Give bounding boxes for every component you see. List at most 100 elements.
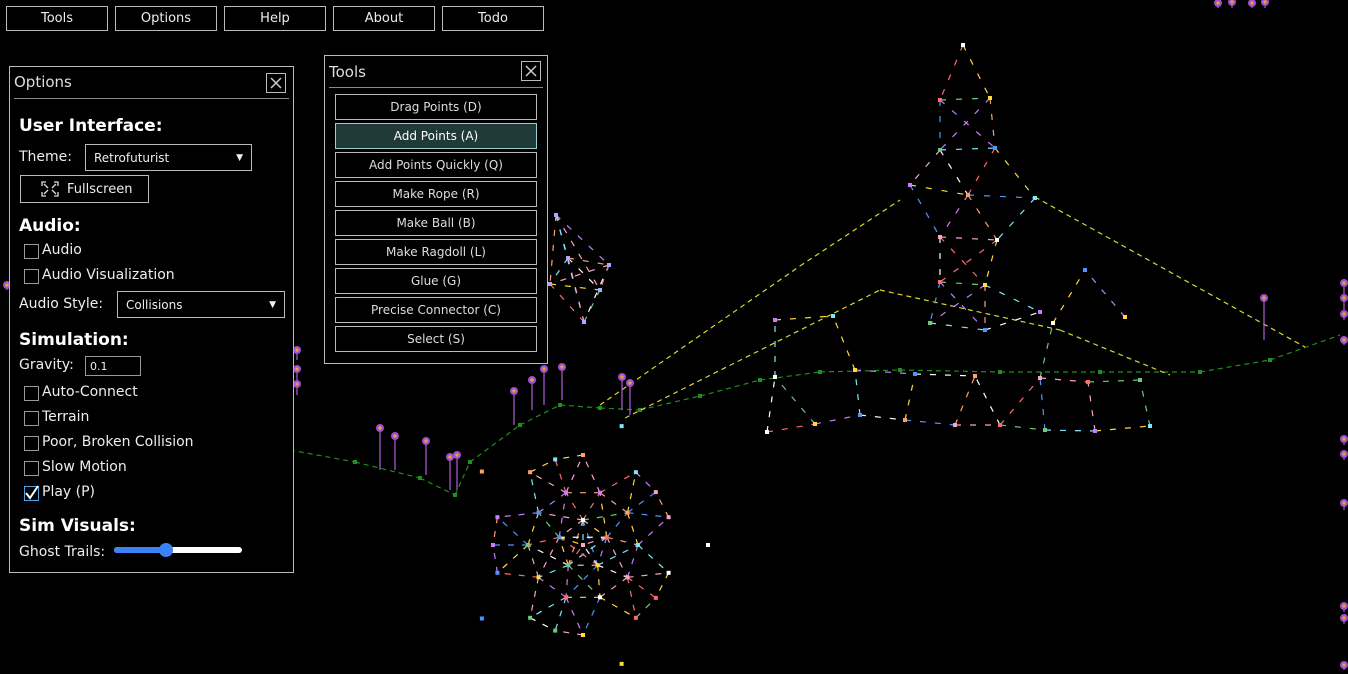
menu-todo-button[interactable]: Todo xyxy=(442,6,544,31)
ball-link xyxy=(627,512,669,518)
base-point xyxy=(853,368,857,372)
gravity-input[interactable]: 0.1 xyxy=(85,356,141,376)
ball-link xyxy=(565,454,584,493)
base-link xyxy=(766,423,816,433)
ball-link xyxy=(582,544,599,566)
tools-close-button[interactable] xyxy=(521,61,541,81)
tower-point xyxy=(908,183,912,187)
ball-link xyxy=(558,519,584,538)
ball-link xyxy=(606,536,639,546)
options-panel-title: Options xyxy=(14,73,72,91)
terrain-rope xyxy=(899,369,1001,373)
ball-point xyxy=(536,575,541,580)
ball-link xyxy=(497,572,539,578)
ball-link xyxy=(554,597,567,631)
blob-link xyxy=(555,214,569,259)
ball-point xyxy=(597,490,602,495)
blob-point xyxy=(548,282,552,286)
ball-link xyxy=(527,536,560,546)
tower-link xyxy=(939,97,991,151)
poor-collision-label: Poor, Broken Collision xyxy=(42,434,194,450)
terrain-point xyxy=(1198,370,1202,374)
auto-connect-checkbox[interactable] xyxy=(24,386,39,401)
ball-point xyxy=(633,615,638,620)
ball-link xyxy=(567,564,601,598)
ball-link xyxy=(582,519,608,538)
tower-link xyxy=(939,149,969,196)
tower-link xyxy=(984,239,998,286)
tool-button-add-points-quickly-q[interactable]: Add Points Quickly (Q) xyxy=(335,152,537,178)
base-link xyxy=(1084,269,1126,318)
tower-link xyxy=(929,284,986,324)
ball-link xyxy=(597,537,608,566)
tools-panel: Tools Drag Points (D) Add Points (A) Add P… xyxy=(324,55,548,364)
terrain-point xyxy=(998,370,1002,374)
ball-link xyxy=(626,512,639,546)
tool-button-precise-connector-c[interactable]: Precise Connector (C) xyxy=(335,297,537,323)
menu-help-button[interactable]: Help xyxy=(224,6,326,31)
menu-about-button[interactable]: About xyxy=(333,6,435,31)
tool-button-make-ball-b[interactable]: Make Ball (B) xyxy=(335,210,537,236)
tower-link xyxy=(989,97,996,149)
audio-style-select[interactable]: Collisions ▼ xyxy=(117,291,285,318)
tower-link xyxy=(984,284,1041,313)
menu-tools-button[interactable]: Tools xyxy=(6,6,108,31)
play-checkbox[interactable] xyxy=(24,485,39,501)
tool-button-make-ragdoll-l[interactable]: Make Ragdoll (L) xyxy=(335,239,537,265)
ghost-trails-slider-thumb[interactable] xyxy=(159,543,174,557)
ball-point xyxy=(604,535,609,540)
terrain-checkbox[interactable] xyxy=(24,411,39,426)
close-icon xyxy=(270,77,282,89)
base-point xyxy=(1138,378,1142,382)
flower-center xyxy=(1250,1,1254,5)
flower-center xyxy=(560,365,564,369)
tool-button-drag-points-d[interactable]: Drag Points (D) xyxy=(335,94,537,120)
ball-link xyxy=(538,512,560,538)
ball-point xyxy=(653,595,658,600)
flower-center xyxy=(393,434,397,438)
base-link xyxy=(1087,381,1096,432)
blob-link xyxy=(567,257,601,291)
base-link xyxy=(1039,377,1089,383)
ball-link xyxy=(599,492,628,514)
terrain-point xyxy=(698,394,702,398)
flower-center xyxy=(1342,312,1346,316)
ball-link xyxy=(626,544,639,578)
flower-center xyxy=(455,453,459,457)
ball-link xyxy=(538,492,567,514)
flower-center xyxy=(1342,437,1346,441)
menu-options-button[interactable]: Options xyxy=(115,6,217,31)
tool-button-make-rope-r[interactable]: Make Rope (R) xyxy=(335,181,537,207)
audio-checkbox[interactable] xyxy=(24,244,39,259)
base-link xyxy=(1044,429,1096,432)
base-link xyxy=(914,373,976,377)
base-point xyxy=(1123,315,1127,319)
base-point xyxy=(973,374,977,378)
tool-button-add-points-a[interactable]: Add Points (A) xyxy=(335,123,537,149)
theme-select[interactable]: Retrofuturist ▼ xyxy=(85,144,252,171)
ghost-trails-slider[interactable] xyxy=(114,543,242,557)
terrain-point xyxy=(898,368,902,372)
audio-visualization-checkbox[interactable] xyxy=(24,269,39,284)
audio-style-label: Audio Style: xyxy=(19,296,104,312)
base-link xyxy=(1052,269,1086,324)
tool-button-glue-g[interactable]: Glue (G) xyxy=(335,268,537,294)
base-link xyxy=(766,376,776,433)
poor-collision-checkbox[interactable] xyxy=(24,436,39,451)
flower-center xyxy=(530,378,534,382)
slow-motion-checkbox[interactable] xyxy=(24,461,39,476)
ball-link xyxy=(555,454,584,460)
flower-center xyxy=(1342,604,1346,608)
options-close-button[interactable] xyxy=(266,73,286,93)
ball-link xyxy=(599,492,608,538)
ball-link xyxy=(497,516,529,546)
ball-point xyxy=(553,628,558,633)
tool-button-select-s[interactable]: Select (S) xyxy=(335,326,537,352)
audio-style-value: Collisions xyxy=(126,297,183,312)
blob-point xyxy=(566,256,570,260)
fullscreen-button[interactable]: Fullscreen xyxy=(20,175,149,203)
base-link xyxy=(854,369,861,416)
terrain-point xyxy=(818,370,822,374)
tower-link xyxy=(939,194,969,238)
ball-link xyxy=(606,536,629,578)
